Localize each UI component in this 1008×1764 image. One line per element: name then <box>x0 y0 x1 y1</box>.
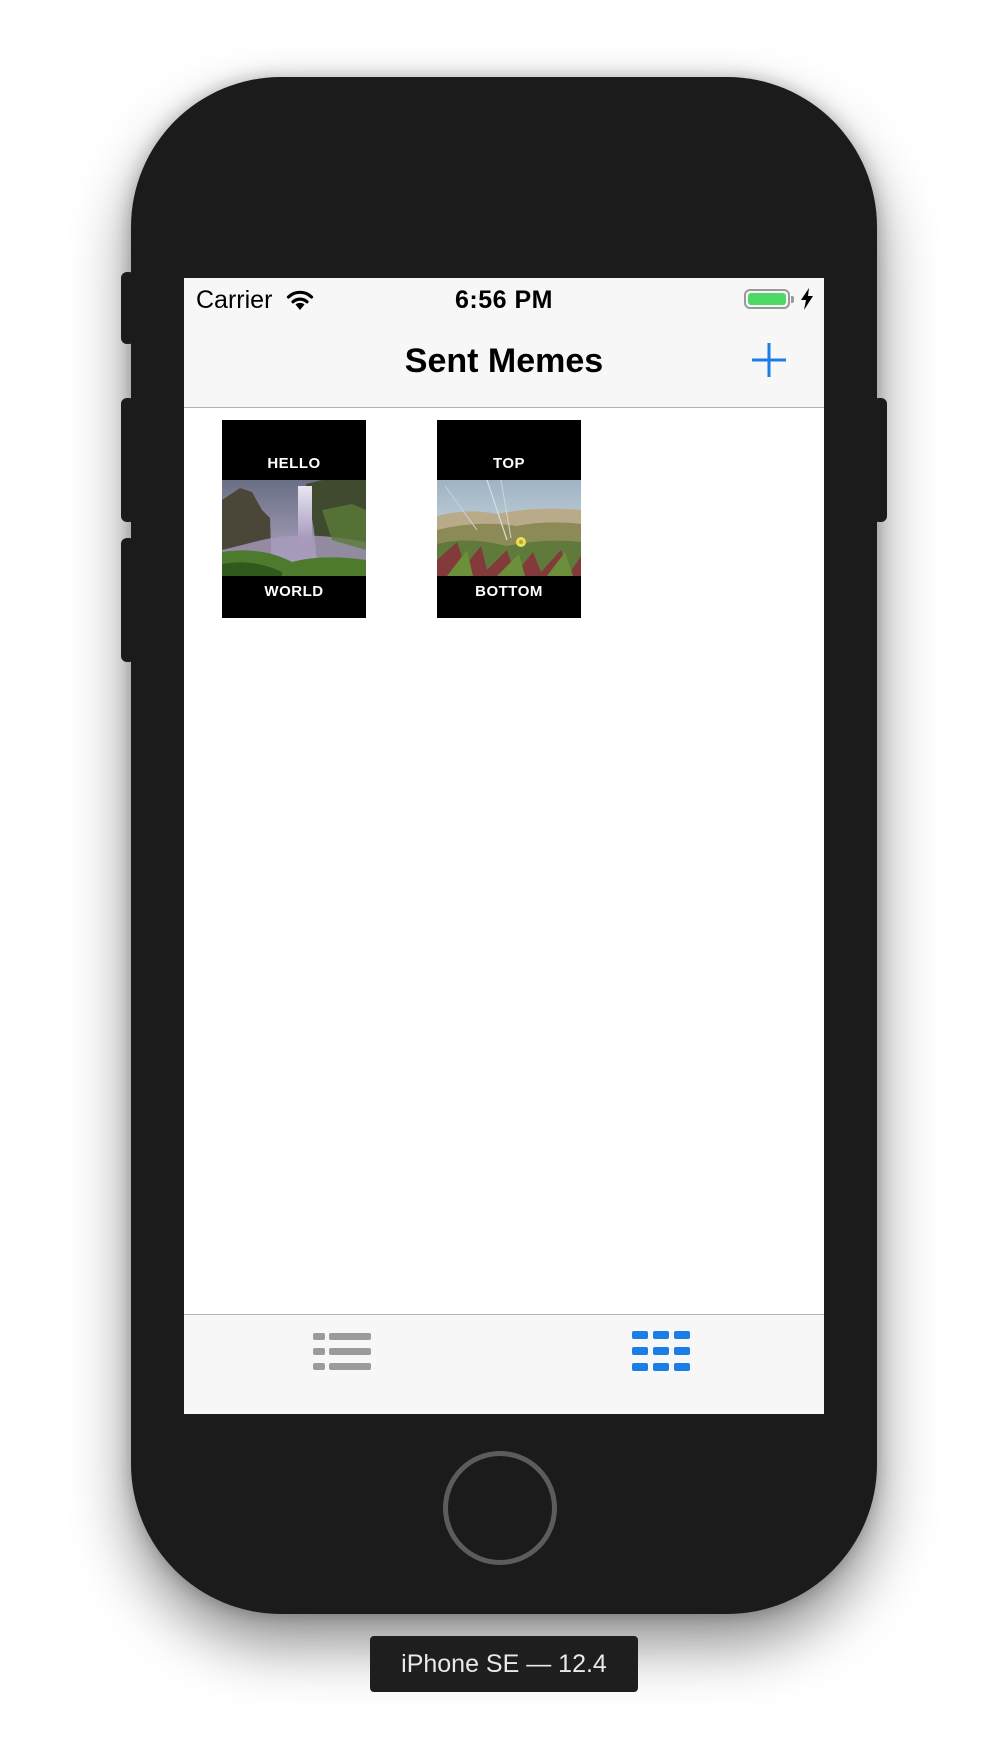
volume-up-button <box>121 398 135 522</box>
dune-grass-image <box>437 480 581 576</box>
meme-top-text: TOP <box>492 455 526 472</box>
status-bar: Carrier 6:56 PM <box>184 278 824 320</box>
plus-icon[interactable] <box>749 340 789 380</box>
meme-cell[interactable]: HELLO WORLD <box>222 420 366 618</box>
home-button[interactable] <box>443 1451 557 1565</box>
meme-bottom-text: BOTTOM <box>475 583 543 600</box>
navigation-bar: Sent Memes <box>184 320 824 408</box>
clock: 6:56 PM <box>455 286 553 314</box>
screen: Carrier 6:56 PM Sent Memes HELLO WORLD T… <box>184 278 824 1414</box>
meme-cell[interactable]: TOP BOTTOM <box>437 420 581 618</box>
waterfall-image <box>222 480 366 576</box>
battery-fill <box>748 293 786 305</box>
device-label: iPhone SE — 12.4 <box>370 1636 638 1692</box>
mute-switch <box>121 272 135 344</box>
page-title: Sent Memes <box>404 342 604 380</box>
battery-tip <box>791 296 794 303</box>
meme-top-text: HELLO <box>267 455 321 472</box>
meme-bottom-text: WORLD <box>264 583 324 600</box>
charging-bolt-icon <box>801 288 813 310</box>
battery-icon <box>744 289 790 309</box>
tab-bar <box>184 1314 824 1414</box>
power-button <box>873 398 887 522</box>
grid-icon[interactable] <box>630 1329 694 1379</box>
volume-down-button <box>121 538 135 662</box>
list-icon[interactable] <box>311 1329 375 1379</box>
